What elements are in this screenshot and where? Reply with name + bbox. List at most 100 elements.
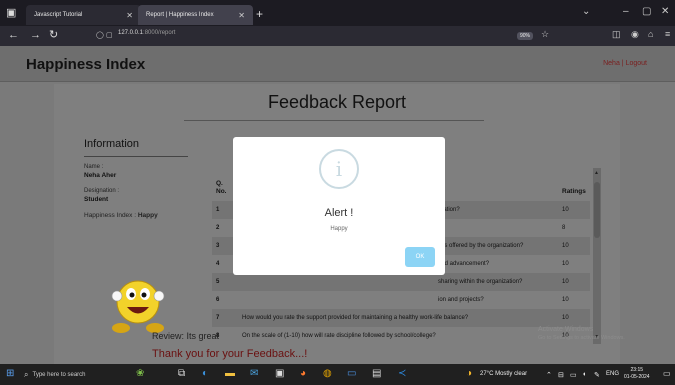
alert-modal: i Alert ! Happy OK xyxy=(233,137,445,275)
back-icon[interactable]: ← xyxy=(8,29,19,42)
scroll-thumb[interactable] xyxy=(594,182,600,238)
page-info-icon[interactable]: ▢ xyxy=(106,31,113,39)
row-question: ties offered by the organization? xyxy=(438,243,524,249)
pocket-icon[interactable]: ◫ xyxy=(612,29,621,40)
scroll-up-icon[interactable]: ▲ xyxy=(594,170,599,176)
browser-chrome: ▣ Javascript Tutorial ✕ Report | Happine… xyxy=(0,0,675,46)
name-label: Name : xyxy=(84,164,104,170)
tab-report[interactable]: Report | Happiness Index ✕ xyxy=(138,5,253,25)
table-row: 7 How would you rate the support provide… xyxy=(212,309,590,327)
nav-bar: ← → ↻ ◯ ▢ 127.0.0.1:8000/report 90% ☆ ◫ … xyxy=(0,26,675,46)
windows-start-icon[interactable]: ⊞ xyxy=(6,368,14,380)
activate-windows-watermark: Activate Windows Go to Settings to activ… xyxy=(538,326,648,342)
row-no: 4 xyxy=(216,261,220,267)
row-no: 1 xyxy=(216,207,220,213)
clock-date: 01-05-2024 xyxy=(624,374,650,380)
designation-label: Designation : xyxy=(84,188,120,194)
row-no: 3 xyxy=(216,243,220,249)
menu-icon[interactable]: ≡ xyxy=(665,29,670,39)
table-scrollbar[interactable]: ▲ ▼ xyxy=(593,168,601,344)
app-icon[interactable]: ▭ xyxy=(347,368,356,380)
account-icon[interactable]: ◉ xyxy=(631,29,639,40)
user-name-link[interactable]: Neha xyxy=(603,60,620,67)
close-window-icon[interactable]: ✕ xyxy=(661,6,669,17)
tray-arrow-icon[interactable]: ⌃ xyxy=(546,371,552,379)
battery-icon[interactable]: ▭ xyxy=(570,371,577,379)
forward-icon[interactable]: → xyxy=(30,29,41,42)
thanks-message: Thank you for your Feedback...! xyxy=(152,348,308,360)
tab-bar: ▣ Javascript Tutorial ✕ Report | Happine… xyxy=(0,0,675,26)
windows-taskbar: ⊞ ⌕ Type here to search ❀ ⧉ ◐ ▬ ✉ ▣ ◕ ◍ … xyxy=(0,364,675,385)
row-rating: 10 xyxy=(562,243,569,249)
mail-icon[interactable]: ✉ xyxy=(250,368,258,380)
tracking-shield-icon[interactable]: ◯ xyxy=(96,31,104,39)
row-question: and advancement? xyxy=(438,261,490,267)
happy-smiley-image xyxy=(111,280,165,333)
volume-icon[interactable]: ◖ xyxy=(582,371,586,378)
store-icon[interactable]: ▣ xyxy=(275,368,284,380)
watermark-line1: Activate Windows xyxy=(538,326,594,333)
table-row: 5 sharing within the organization? 10 xyxy=(212,273,590,291)
review-text: Review: Its great xyxy=(152,331,219,341)
review-label: Review: xyxy=(152,331,187,341)
site-header: Happiness Index Neha | Logout xyxy=(0,46,675,82)
new-tab-button[interactable]: + xyxy=(256,8,263,20)
tab-overview-icon[interactable]: ▣ xyxy=(6,7,18,19)
bookmark-star-icon[interactable]: ☆ xyxy=(541,29,549,40)
row-no: 7 xyxy=(216,315,220,321)
info-icon-glyph: i xyxy=(335,157,343,181)
firefox-icon[interactable]: ◕ xyxy=(300,368,306,380)
pen-icon[interactable]: ✎ xyxy=(594,371,600,379)
weather-text[interactable]: 27°C Mostly clear xyxy=(480,371,527,377)
row-no: 2 xyxy=(216,225,220,231)
edge-icon[interactable]: ◐ xyxy=(202,368,208,380)
name-value: Neha Aher xyxy=(84,172,117,179)
ok-button[interactable]: OK xyxy=(405,247,435,267)
url-host: 127.0.0.1 xyxy=(118,30,144,36)
tab-javascript-tutorial[interactable]: Javascript Tutorial ✕ xyxy=(26,5,141,25)
widgets-icon[interactable]: ❀ xyxy=(136,368,144,380)
file-explorer-icon[interactable]: ▬ xyxy=(225,368,235,380)
separator: | xyxy=(621,60,624,67)
clock-time: 23:15 xyxy=(630,367,644,373)
modal-title: Alert ! xyxy=(324,207,354,219)
watermark-line2: Go to Settings to activate Windows. xyxy=(538,335,625,341)
row-question: How would you rate the support provided … xyxy=(242,315,469,321)
row-question: sharing within the organization? xyxy=(438,279,523,285)
system-clock[interactable]: 23:15 01-05-2024 xyxy=(624,367,650,381)
row-rating: 10 xyxy=(562,261,569,267)
row-question: ion and projects? xyxy=(438,297,484,303)
row-rating: 10 xyxy=(562,297,569,303)
title-divider xyxy=(184,120,484,121)
logout-link[interactable]: Logout xyxy=(626,60,647,67)
reload-icon[interactable]: ↻ xyxy=(49,29,58,42)
maximize-icon[interactable]: ▢ xyxy=(642,6,651,17)
designation-value: Student xyxy=(84,196,109,203)
url-bar[interactable]: 127.0.0.1:8000/report xyxy=(118,30,175,36)
chrome-icon[interactable]: ◍ xyxy=(323,368,332,380)
clapper-icon[interactable]: ▤ xyxy=(372,368,381,380)
taskbar-search[interactable]: ⌕ Type here to search xyxy=(24,367,126,382)
tab-close-icon[interactable]: ✕ xyxy=(238,11,245,20)
table-row: 8 On the scale of (1-10) how will rate d… xyxy=(212,327,590,345)
col-no: No. xyxy=(216,188,227,195)
minimize-icon[interactable]: – xyxy=(623,6,629,17)
tab-label: Report | Happiness Index xyxy=(146,12,214,18)
extensions-icon[interactable]: ⌂ xyxy=(648,29,653,39)
info-divider xyxy=(84,156,188,157)
network-icon[interactable]: ⊟ xyxy=(558,371,564,379)
url-path: :8000/report xyxy=(143,30,176,36)
tab-list-icon[interactable]: ⌄ xyxy=(582,6,590,17)
table-row: 6 ion and projects? 10 xyxy=(212,291,590,309)
language-indicator[interactable]: ENG xyxy=(606,371,619,377)
notifications-icon[interactable]: ▭ xyxy=(663,369,671,378)
tab-close-icon[interactable]: ✕ xyxy=(126,11,133,20)
page-title: Feedback Report xyxy=(267,92,407,112)
vscode-icon[interactable]: ≺ xyxy=(398,368,406,380)
info-title: Information xyxy=(84,138,140,150)
zoom-level-badge[interactable]: 90% xyxy=(517,32,534,40)
col-q: Q. xyxy=(216,180,223,187)
weather-icon: ◑ xyxy=(466,368,473,379)
row-rating: 10 xyxy=(562,315,569,321)
task-view-icon[interactable]: ⧉ xyxy=(178,368,185,380)
